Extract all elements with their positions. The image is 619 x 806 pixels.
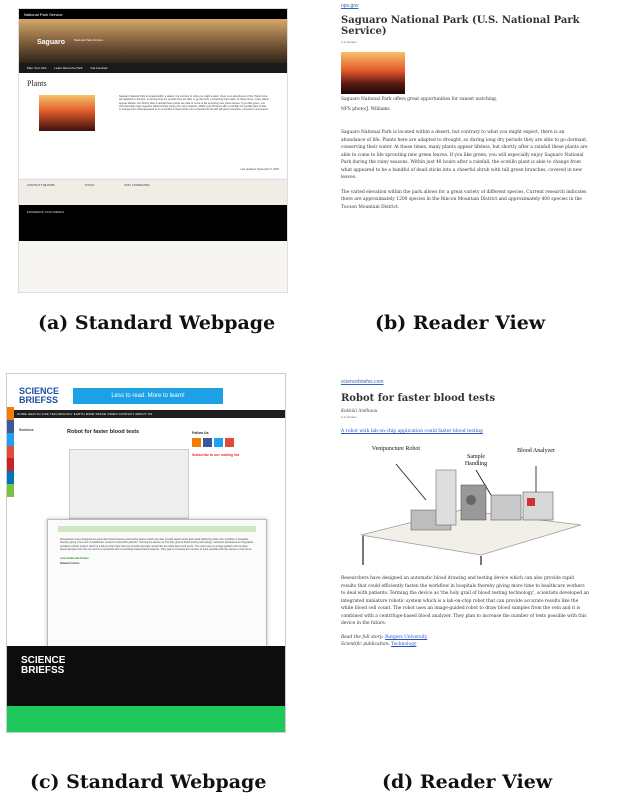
follow-title: Follow Us — [192, 431, 209, 435]
nav-item-plan[interactable]: Plan Your Visit — [27, 66, 46, 70]
robot-illustration — [360, 463, 581, 565]
source-link[interactable]: sciencebriefss.com — [341, 379, 589, 385]
caption-b: (b) Reader View — [375, 312, 546, 334]
park-banner: Saguaro National Park Arizona — [19, 19, 287, 63]
popup-overlay[interactable]: Researchers have designed an automatic b… — [47, 519, 267, 649]
reader-view-sciencebriefss: sciencebriefss.com Robot for faster bloo… — [317, 377, 613, 737]
sections-title: Sections — [19, 428, 34, 432]
robot-figure — [69, 449, 189, 519]
article-title: Saguaro National Park (U.S. National Par… — [341, 15, 580, 37]
park-subtitle: National Park Arizona — [74, 38, 103, 42]
nps-top-bar: National Park Service — [19, 9, 287, 19]
caption-a: (a) Standard Webpage — [38, 312, 276, 334]
subscribe-title: Subscribe to our mailing list — [192, 453, 240, 457]
paragraph-2: The varied elevation within the park all… — [341, 189, 587, 210]
article-title: Robot for faster blood tests — [67, 429, 140, 435]
related-articles-title: Related Articles — [60, 562, 80, 566]
nps-brand[interactable]: National Park Service — [24, 12, 62, 17]
photo-caption: Saguaro National Park offers great oppor… — [341, 97, 498, 102]
twitter-icon[interactable] — [214, 438, 223, 447]
footer-contact: CONTACT THE PARK — [27, 183, 55, 187]
paragraph-1: Saguaro National Park is located within … — [341, 130, 588, 180]
photo-credit: NPS photo/J. Williams — [341, 106, 390, 112]
facebook-icon[interactable] — [7, 419, 14, 433]
reader-view-nps: nps.gov Saguaro National Park (U.S. Nati… — [317, 0, 613, 290]
publication-link[interactable]: Technology — [391, 642, 416, 647]
google-plus-icon[interactable] — [7, 445, 14, 459]
site-nav[interactable]: HOME HEALTH LIFE TECHNOLOGY EARTH MIND S… — [7, 410, 285, 418]
footer-tagline: EXPERIENCE YOUR AMERICA — [27, 211, 65, 214]
last-updated: Last updated: September 5, 2018 — [240, 168, 279, 171]
park-name: Saguaro — [37, 39, 66, 46]
footer-tools: TOOLS — [84, 183, 95, 187]
read-time: 1-2 minutes — [341, 415, 357, 419]
nav-item-learn[interactable]: Learn About the Park — [54, 66, 82, 70]
sunset-photo — [39, 95, 95, 131]
nps-footer: CONTACT THE PARK TOOLS STAY CONNECTED — [19, 179, 287, 205]
read-full-story: Read the full story: Rutgers University — [341, 634, 428, 640]
pinterest-icon[interactable] — [7, 458, 14, 472]
google-plus-icon[interactable] — [225, 438, 234, 447]
twitter-icon[interactable] — [7, 432, 14, 446]
more-share-icon[interactable] — [7, 484, 14, 498]
footer-logo: SCIENCE BRIEFSS — [21, 655, 66, 676]
nav-item-involved[interactable]: Get Involved — [90, 66, 107, 70]
sunset-photo — [341, 52, 405, 94]
nps-content: Plants Saguaro National Park is located … — [19, 73, 287, 178]
article-paragraph: Researchers have designed an automatic b… — [341, 576, 589, 626]
scientific-publication: Scientific publication: Technology — [341, 642, 417, 647]
standard-webpage-nps: National Park Service Saguaro National P… — [18, 8, 288, 293]
right-column: Follow Us Subscribe to our mailing list — [192, 431, 277, 491]
share-icon[interactable] — [7, 407, 14, 420]
read-time: 1-2 minutes — [341, 40, 357, 44]
footer-green-bar — [7, 706, 285, 732]
footer-connect: STAY CONNECTED — [124, 183, 150, 187]
robot-figure: Venipuncture Robot Sample Handling Blood… — [341, 440, 581, 565]
top-strip — [7, 374, 285, 382]
caption-d: (d) Reader View — [382, 771, 553, 793]
page-title: Plants — [27, 79, 47, 88]
share-sidebar — [7, 407, 14, 498]
site-footer: SCIENCE BRIEFSS — [7, 646, 285, 706]
linkedin-icon[interactable] — [7, 471, 14, 485]
park-nav: Plan Your Visit Learn About the Park Get… — [19, 63, 287, 73]
site-header: SCIENCE BRIEFSS Less to read. More to lea… — [7, 382, 285, 410]
author: Kokkiiii Andhuuu — [341, 408, 378, 413]
article-title: Robot for faster blood tests — [341, 393, 496, 404]
site-logo[interactable]: SCIENCE BRIEFSS — [19, 387, 59, 405]
overlay-text: Researchers have designed an automatic b… — [60, 538, 253, 551]
social-buttons — [192, 438, 277, 447]
subtitle-link[interactable]: A robot with lab-on-chip application cou… — [341, 429, 589, 434]
rss-icon[interactable] — [192, 438, 201, 447]
caption-c: (c) Standard Webpage — [30, 771, 267, 793]
read-full-link[interactable]: Rutgers University — [385, 635, 427, 640]
standard-webpage-sciencebriefss: SCIENCE BRIEFSS Less to read. More to lea… — [6, 373, 286, 733]
banner-ad[interactable]: Less to read. More to learn! — [73, 388, 224, 404]
facebook-icon[interactable] — [203, 438, 212, 447]
source-link[interactable]: nps.gov — [341, 3, 589, 9]
nps-article-text: Saguaro National Park is located within … — [119, 95, 269, 112]
nps-bottom-footer: EXPERIENCE YOUR AMERICA — [19, 205, 287, 241]
